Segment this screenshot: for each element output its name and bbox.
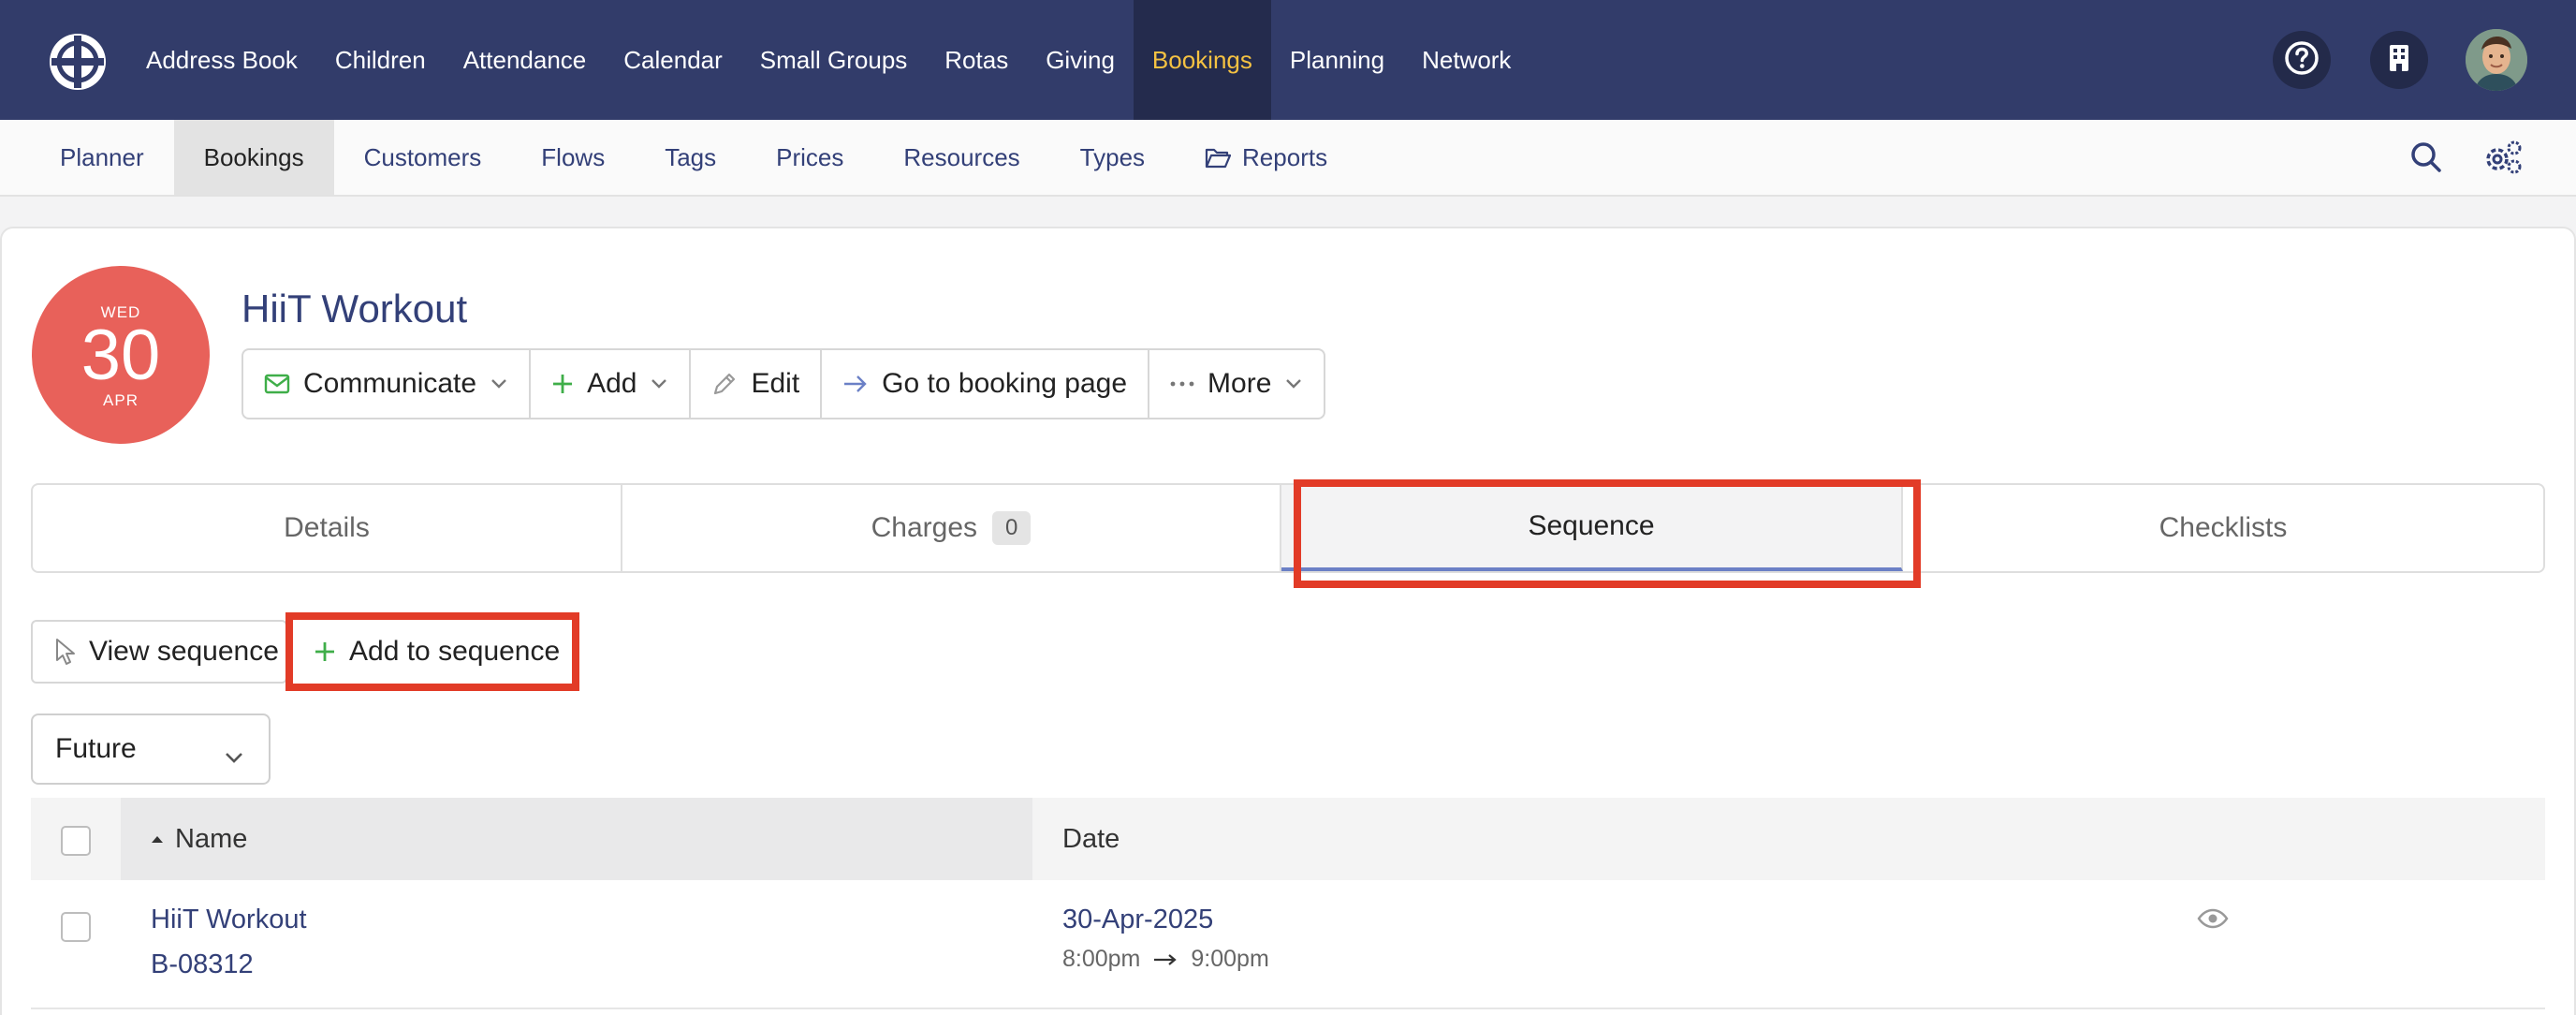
subnav-customers[interactable]: Customers bbox=[334, 120, 512, 195]
subnav-planner[interactable]: Planner bbox=[30, 120, 174, 195]
view-sequence-button[interactable]: View sequence bbox=[31, 620, 287, 684]
search-button[interactable] bbox=[2408, 139, 2445, 176]
top-navigation: Address Book Children Attendance Calenda… bbox=[0, 0, 2576, 120]
eye-icon bbox=[2197, 908, 2229, 933]
user-avatar[interactable] bbox=[2466, 29, 2527, 91]
plus-icon bbox=[314, 640, 336, 663]
subnav-types[interactable]: Types bbox=[1050, 120, 1175, 195]
subnav-reports[interactable]: Reports bbox=[1175, 120, 1357, 195]
subnav-resources[interactable]: Resources bbox=[873, 120, 1049, 195]
arrow-right-icon bbox=[842, 374, 869, 394]
booking-tabs: Details Charges 0 Sequence Checklists bbox=[31, 483, 2545, 573]
edit-label: Edit bbox=[751, 368, 800, 399]
column-header-date: Date bbox=[1062, 823, 1120, 854]
folder-open-icon bbox=[1205, 146, 1232, 169]
ellipsis-icon bbox=[1170, 380, 1194, 388]
booking-actions: Communicate Add Edit Go to booking page … bbox=[242, 348, 1326, 419]
nav-giving[interactable]: Giving bbox=[1027, 0, 1134, 120]
nav-attendance[interactable]: Attendance bbox=[445, 0, 606, 120]
row-checkbox[interactable] bbox=[61, 912, 91, 942]
nav-network[interactable]: Network bbox=[1403, 0, 1530, 120]
tab-checklists-label: Checklists bbox=[2159, 512, 2288, 543]
subnav-prices[interactable]: Prices bbox=[746, 120, 873, 195]
booking-time-range: 8:00pm 9:00pm bbox=[1062, 946, 1269, 973]
edit-button[interactable]: Edit bbox=[691, 350, 823, 418]
tab-details-label: Details bbox=[284, 512, 370, 543]
long-arrow-right-icon bbox=[1153, 953, 1178, 966]
subnav-reports-label: Reports bbox=[1242, 142, 1328, 171]
churchsuite-logo[interactable] bbox=[47, 31, 109, 93]
envelope-icon bbox=[264, 374, 290, 394]
sub-navigation: Planner Bookings Customers Flows Tags Pr… bbox=[0, 120, 2576, 197]
subnav-bookings[interactable]: Bookings bbox=[173, 120, 334, 195]
column-header-name[interactable]: Name bbox=[121, 798, 1032, 880]
go-to-booking-page-button[interactable]: Go to booking page bbox=[822, 350, 1150, 418]
select-all-checkbox[interactable] bbox=[61, 826, 91, 856]
booking-reference-link[interactable]: B-08312 bbox=[151, 949, 254, 980]
pointer-cursor-icon bbox=[53, 638, 76, 666]
booking-date-link[interactable]: 30-Apr-2025 bbox=[1062, 905, 1213, 935]
add-to-sequence-label: Add to sequence bbox=[349, 636, 561, 667]
add-button[interactable]: Add bbox=[531, 350, 692, 418]
add-to-sequence-button[interactable]: Add to sequence bbox=[293, 620, 574, 684]
building-icon bbox=[2388, 44, 2410, 77]
tab-details[interactable]: Details bbox=[33, 485, 622, 571]
more-label: More bbox=[1208, 368, 1272, 399]
help-button[interactable] bbox=[2273, 31, 2331, 89]
search-icon bbox=[2408, 142, 2445, 180]
organisation-button[interactable] bbox=[2370, 31, 2428, 89]
subnav-flows[interactable]: Flows bbox=[511, 120, 635, 195]
view-booking-button[interactable] bbox=[2197, 908, 2229, 934]
start-time: 8:00pm bbox=[1062, 946, 1141, 972]
nav-children[interactable]: Children bbox=[316, 0, 445, 120]
date-badge: WED 30 APR bbox=[32, 266, 210, 444]
tab-charges[interactable]: Charges 0 bbox=[622, 485, 1281, 571]
go-to-booking-page-label: Go to booking page bbox=[882, 368, 1128, 399]
date-filter-select[interactable]: Future bbox=[31, 713, 271, 785]
date-badge-month: APR bbox=[103, 391, 139, 409]
table-row: HiiT Workout B-08312 30-Apr-2025 8:00pm … bbox=[31, 880, 2545, 1009]
nav-bookings[interactable]: Bookings bbox=[1133, 0, 1271, 120]
column-header-name-label: Name bbox=[175, 823, 248, 854]
tab-sequence-label: Sequence bbox=[1528, 510, 1655, 541]
chevron-down-icon bbox=[490, 378, 508, 390]
view-sequence-label: View sequence bbox=[89, 636, 279, 667]
table-header: Name Date bbox=[31, 798, 2545, 880]
communicate-button[interactable]: Communicate bbox=[243, 350, 532, 418]
help-icon bbox=[2283, 39, 2320, 81]
communicate-label: Communicate bbox=[303, 368, 477, 399]
tab-charges-label: Charges bbox=[871, 512, 978, 543]
pencil-icon bbox=[711, 371, 738, 397]
sort-ascending-icon bbox=[151, 834, 164, 844]
date-filter-value: Future bbox=[55, 733, 137, 764]
nav-planning[interactable]: Planning bbox=[1271, 0, 1403, 120]
end-time: 9:00pm bbox=[1191, 946, 1269, 972]
add-label: Add bbox=[587, 368, 637, 399]
date-badge-day: 30 bbox=[80, 316, 161, 395]
nav-calendar[interactable]: Calendar bbox=[605, 0, 741, 120]
tab-sequence[interactable]: Sequence bbox=[1281, 485, 1903, 571]
tab-checklists[interactable]: Checklists bbox=[1903, 485, 2543, 571]
gears-icon bbox=[2482, 140, 2524, 180]
page-title: HiiT Workout bbox=[242, 287, 468, 331]
chevron-down-icon bbox=[650, 378, 668, 390]
nav-rotas[interactable]: Rotas bbox=[926, 0, 1027, 120]
chevron-down-icon bbox=[1284, 378, 1303, 390]
nav-small-groups[interactable]: Small Groups bbox=[741, 0, 927, 120]
nav-address-book[interactable]: Address Book bbox=[127, 0, 316, 120]
booking-name-link[interactable]: HiiT Workout bbox=[151, 905, 307, 935]
select-all-cell bbox=[31, 798, 121, 880]
plus-icon bbox=[551, 373, 574, 395]
subnav-tags[interactable]: Tags bbox=[635, 120, 746, 195]
settings-button[interactable] bbox=[2482, 139, 2522, 176]
more-button[interactable]: More bbox=[1149, 350, 1324, 418]
chevron-down-icon bbox=[224, 740, 244, 772]
charges-count-badge: 0 bbox=[992, 511, 1032, 545]
